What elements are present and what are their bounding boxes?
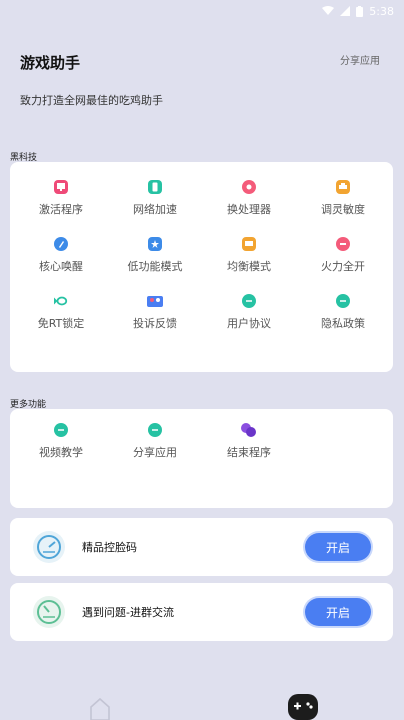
gauge-icon: [32, 595, 66, 629]
status-time: 5:38: [369, 4, 394, 18]
black-tech-card: 激活程序 网络加速 换处理器 调灵敏度 核心唤醒 低功能模式 均衡模式 火力全开…: [10, 162, 393, 372]
grid-item-feedback[interactable]: 投诉反馈: [107, 294, 203, 342]
grid-item-label: 免RT锁定: [37, 317, 85, 330]
open-button[interactable]: 开启: [305, 533, 371, 561]
grid-item-exit-program[interactable]: 结束程序: [201, 423, 297, 471]
grid-item-label: 换处理器: [227, 203, 271, 216]
grid-item-label: 火力全开: [321, 260, 365, 273]
rocket-icon: [54, 237, 68, 251]
printer-icon: [336, 180, 350, 194]
grid-item-user-agreement[interactable]: 用户协议: [201, 294, 297, 342]
grid-item-low-power[interactable]: 低功能模式: [107, 237, 203, 285]
grid-item-privacy-policy[interactable]: 隐私政策: [295, 294, 391, 342]
fish-icon: [54, 294, 68, 308]
open-button[interactable]: 开启: [305, 598, 371, 626]
agreement-icon: [242, 294, 256, 308]
grid-item-core-wake[interactable]: 核心唤醒: [13, 237, 109, 285]
share-app-link[interactable]: 分享应用: [340, 52, 380, 67]
battery-icon: [148, 237, 162, 251]
video-icon: [54, 423, 68, 437]
feedback-icon: [146, 294, 164, 308]
share-icon: [148, 423, 162, 437]
grid-item-label: 结束程序: [227, 446, 271, 459]
grid-item-label: 视频教学: [39, 446, 83, 459]
battery-status-icon: [356, 5, 364, 17]
bottom-nav: [0, 690, 404, 720]
grid-item-full-power[interactable]: 火力全开: [295, 237, 391, 285]
grid-item-label: 网络加速: [133, 203, 177, 216]
more-functions-card: 视频教学 分享应用 结束程序: [10, 409, 393, 508]
home-icon[interactable]: [88, 696, 112, 720]
grid-item-label: 均衡模式: [227, 260, 271, 273]
status-bar: 5:38: [0, 0, 404, 22]
row-card-join-group: 遇到问题-进群交流 开启: [10, 583, 393, 641]
privacy-icon: [336, 294, 350, 308]
wifi-icon: [322, 6, 335, 16]
chat-icon: [242, 237, 256, 251]
grid-item-label: 分享应用: [133, 446, 177, 459]
grid-item-label: 低功能模式: [127, 260, 183, 273]
row-text: 遇到问题-进群交流: [82, 606, 174, 619]
grid-item-label: 投诉反馈: [133, 317, 177, 330]
signal-icon: [340, 6, 351, 16]
grid-item-balanced[interactable]: 均衡模式: [201, 237, 297, 285]
gamepad-icon[interactable]: [288, 694, 318, 720]
grid-item-label: 激活程序: [39, 203, 83, 216]
row-card-face-code: 精品控脸码 开启: [10, 518, 393, 576]
row-text: 精品控脸码: [82, 541, 137, 554]
grid-item-share-app[interactable]: 分享应用: [107, 423, 203, 471]
exit-icon: [240, 423, 258, 437]
grid-item-change-processor[interactable]: 换处理器: [201, 180, 297, 228]
grid-item-label: 调灵敏度: [321, 203, 365, 216]
speedometer-icon: [32, 530, 66, 564]
grid-item-rt-lock[interactable]: 免RT锁定: [13, 294, 109, 342]
grid-item-video-tutorial[interactable]: 视频教学: [13, 423, 109, 471]
page-title: 游戏助手: [20, 54, 81, 72]
fire-icon: [336, 237, 350, 251]
grid-item-label: 核心唤醒: [39, 260, 83, 273]
page-subtitle: 致力打造全网最佳的吃鸡助手: [20, 94, 163, 107]
phone-icon: [148, 180, 162, 194]
grid-item-label: 隐私政策: [321, 317, 365, 330]
grid-item-network-boost[interactable]: 网络加速: [107, 180, 203, 228]
grid-item-sensitivity[interactable]: 调灵敏度: [295, 180, 391, 228]
grid-item-activate[interactable]: 激活程序: [13, 180, 109, 228]
grid-item-label: 用户协议: [227, 317, 271, 330]
monitor-icon: [54, 180, 68, 194]
chip-icon: [242, 180, 256, 194]
